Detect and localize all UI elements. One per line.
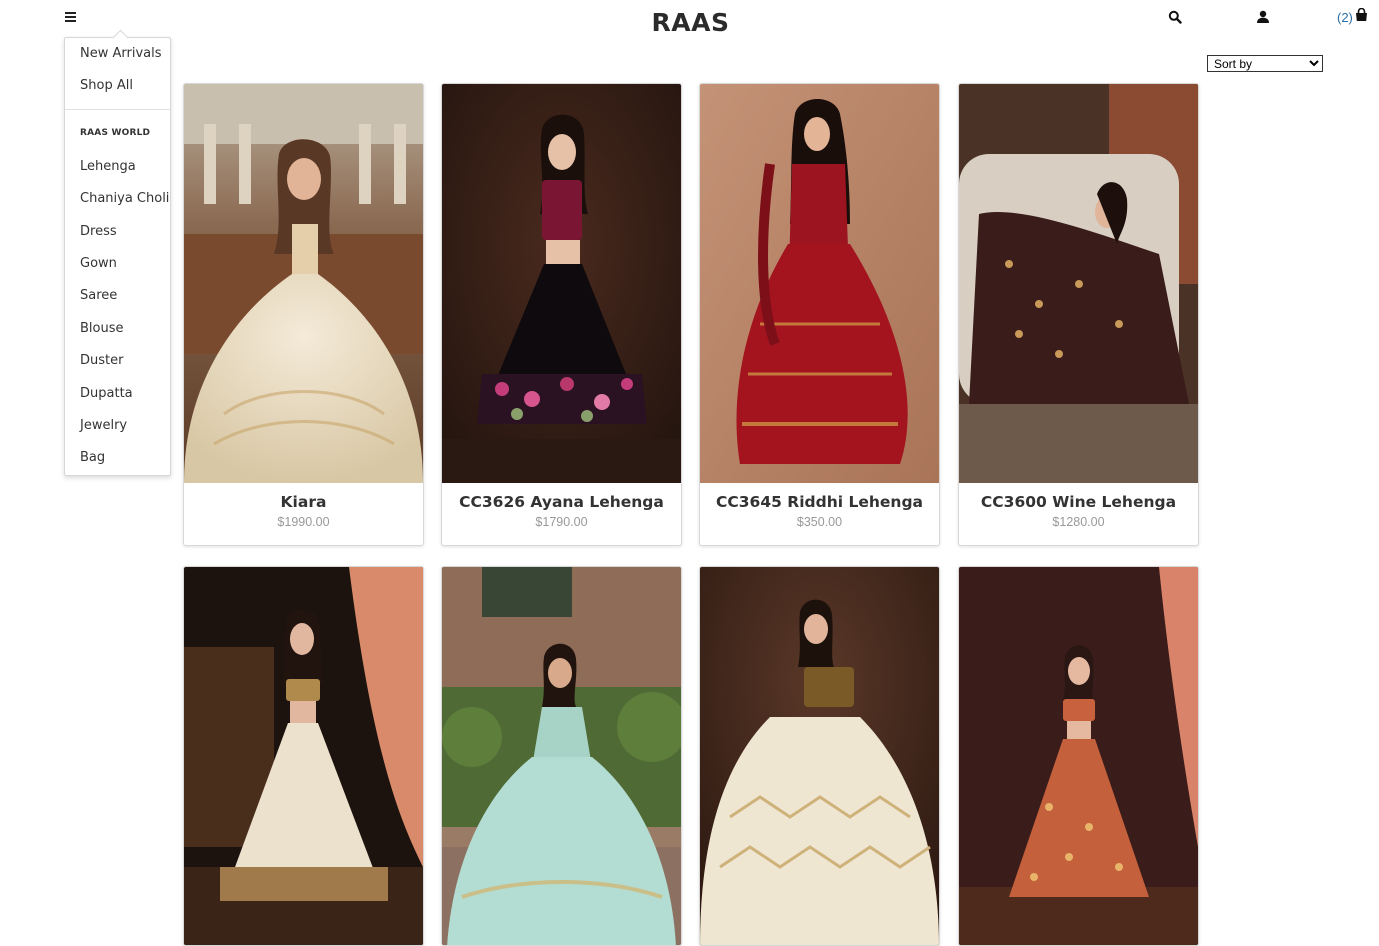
menu-item-gown[interactable]: Gown xyxy=(80,256,117,271)
product-image[interactable] xyxy=(442,567,681,945)
product-name[interactable]: CC3600 Wine Lehenga xyxy=(959,493,1198,511)
menu-item-new-arrivals[interactable]: New Arrivals xyxy=(80,46,162,61)
product-image[interactable] xyxy=(184,567,423,945)
product-card[interactable]: Kiara $1990.00 xyxy=(183,83,424,546)
product-image[interactable] xyxy=(959,84,1198,483)
cart-count: (2) xyxy=(1337,10,1353,25)
product-card[interactable]: CC3626 Ayana Lehenga $1790.00 xyxy=(441,83,682,546)
product-price: $1990.00 xyxy=(277,515,330,529)
product-name[interactable]: CC3645 Riddhi Lehenga xyxy=(700,493,939,511)
menu-item-jewelry[interactable]: Jewelry xyxy=(80,418,127,433)
product-card[interactable] xyxy=(441,566,682,946)
menu-item-dupatta[interactable]: Dupatta xyxy=(80,386,133,401)
user-icon[interactable] xyxy=(1256,10,1272,26)
product-card[interactable] xyxy=(958,566,1199,946)
menu-item-shop-all[interactable]: Shop All xyxy=(80,78,133,93)
product-image[interactable] xyxy=(184,84,423,483)
product-card[interactable] xyxy=(699,566,940,946)
menu-item-blouse[interactable]: Blouse xyxy=(80,321,124,336)
menu-divider xyxy=(65,109,170,110)
product-image[interactable] xyxy=(959,567,1198,945)
menu-item-bag[interactable]: Bag xyxy=(80,450,105,465)
product-card[interactable]: CC3600 Wine Lehenga $1280.00 xyxy=(958,83,1199,546)
product-image[interactable] xyxy=(442,84,681,483)
sort-select[interactable]: Sort by xyxy=(1207,55,1323,72)
menu-item-dress[interactable]: Dress xyxy=(80,224,117,239)
menu-item-duster[interactable]: Duster xyxy=(80,353,123,368)
shopping-bag-icon xyxy=(1355,7,1368,27)
nav-dropdown-menu: New Arrivals Shop All RAAS WORLD Lehenga… xyxy=(64,37,171,476)
product-card[interactable]: CC3645 Riddhi Lehenga $350.00 xyxy=(699,83,940,546)
product-price: $1280.00 xyxy=(1052,515,1105,529)
menu-item-lehenga[interactable]: Lehenga xyxy=(80,159,136,174)
product-name[interactable]: Kiara xyxy=(184,493,423,511)
product-image[interactable] xyxy=(700,567,939,945)
product-price: $1790.00 xyxy=(535,515,588,529)
product-price: $350.00 xyxy=(796,515,843,529)
product-image[interactable] xyxy=(700,84,939,483)
cart-button[interactable]: (2) xyxy=(1337,7,1368,27)
search-icon[interactable] xyxy=(1168,10,1184,26)
product-name[interactable]: CC3626 Ayana Lehenga xyxy=(442,493,681,511)
menu-section-heading: RAAS WORLD xyxy=(80,128,151,138)
site-header: RAAS (2) xyxy=(0,0,1379,50)
menu-item-chaniya-choli[interactable]: Chaniya Choli xyxy=(80,191,169,206)
product-card[interactable] xyxy=(183,566,424,946)
menu-item-saree[interactable]: Saree xyxy=(80,288,117,303)
